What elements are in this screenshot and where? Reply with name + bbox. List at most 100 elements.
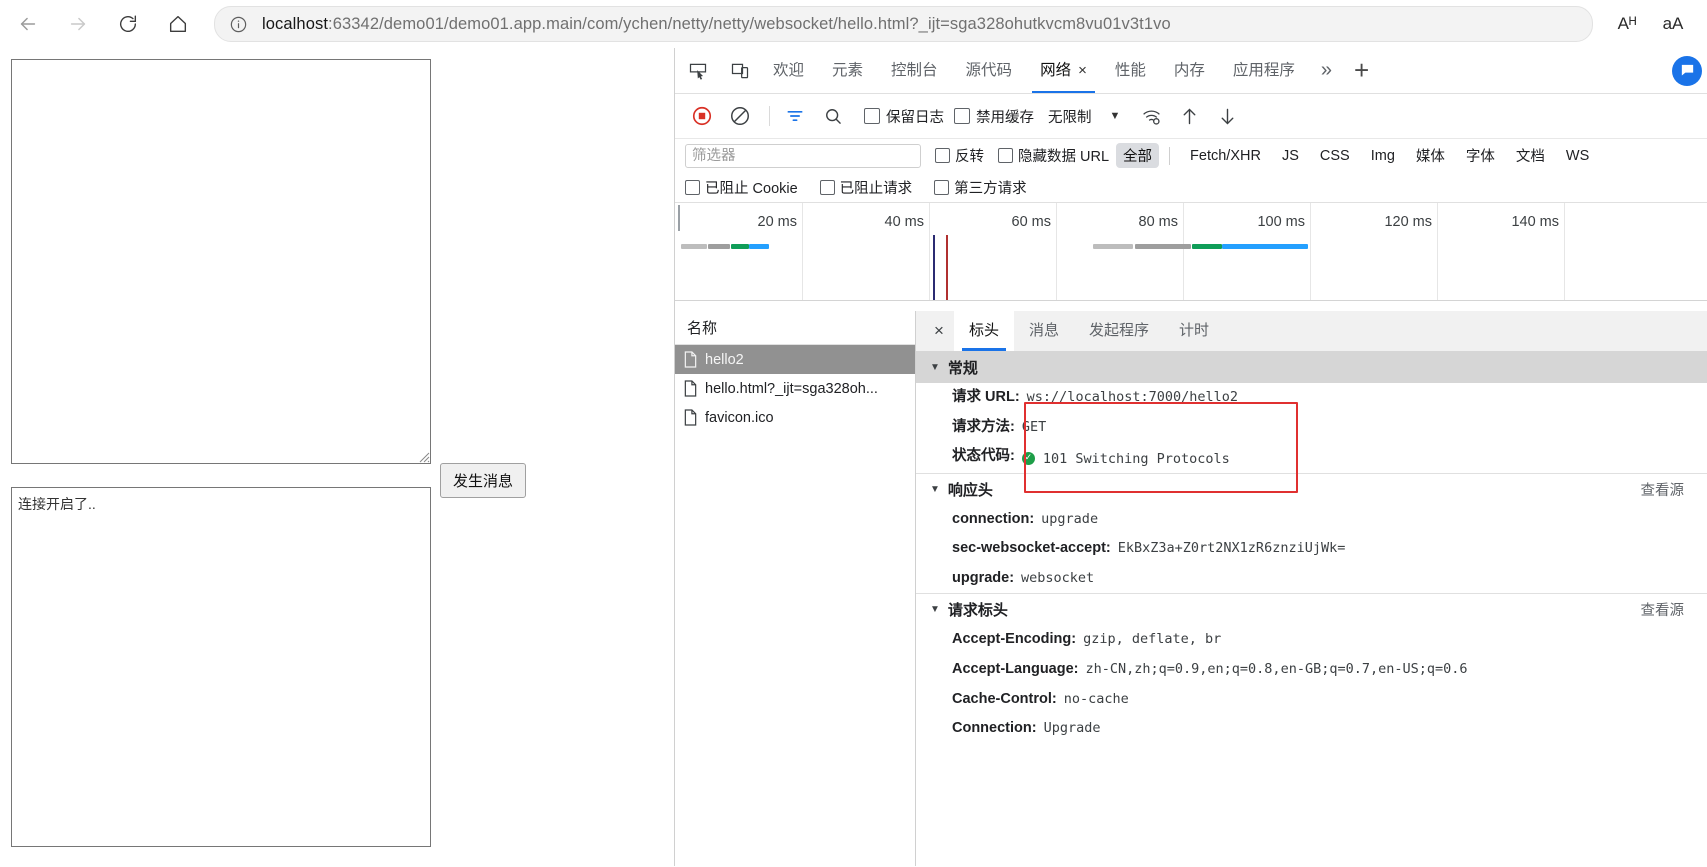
import-har-button[interactable] bbox=[1172, 99, 1206, 133]
disable-cache-checkbox[interactable]: 禁用缓存 bbox=[954, 106, 1034, 127]
request-row[interactable]: hello.html?_ijt=sga328oh... bbox=[675, 374, 915, 403]
type-filter-0[interactable]: 全部 bbox=[1116, 143, 1160, 168]
chevron-down-icon[interactable]: ▼ bbox=[930, 484, 940, 495]
more-tabs-button[interactable]: » bbox=[1309, 59, 1344, 82]
preserve-log-checkbox[interactable]: 保留日志 bbox=[864, 106, 944, 127]
export-har-button[interactable] bbox=[1210, 99, 1244, 133]
header-key: connection: bbox=[952, 510, 1035, 527]
message-receive-textarea[interactable]: 连接开启了.. bbox=[11, 487, 431, 847]
third-party-checkbox[interactable]: 第三方请求 bbox=[934, 177, 1027, 198]
download-arrow-icon bbox=[1221, 108, 1234, 124]
inspect-element-button[interactable] bbox=[679, 52, 717, 90]
devtools-tab-5[interactable]: 性能 bbox=[1101, 48, 1160, 93]
forward-button[interactable] bbox=[56, 4, 100, 44]
header-row: 请求方法: GET bbox=[916, 413, 1707, 443]
text-size-button[interactable]: aA bbox=[1651, 4, 1695, 44]
hide-data-url-checkbox[interactable]: 隐藏数据 URL bbox=[998, 145, 1109, 166]
chrome-right-actions: Aᴴ aA bbox=[1603, 4, 1707, 44]
chevron-down-icon[interactable]: ▼ bbox=[930, 362, 940, 373]
overview-gridline-1 bbox=[929, 203, 930, 300]
overview-bar-2-download bbox=[1222, 244, 1308, 249]
type-filter-5[interactable]: 媒体 bbox=[1409, 143, 1452, 168]
devtools-tab-0[interactable]: 欢迎 bbox=[759, 48, 818, 93]
section-title: 常规 bbox=[947, 360, 978, 377]
devtools-tab-4[interactable]: 网络 × bbox=[1026, 48, 1101, 93]
filter-toggle-button[interactable] bbox=[778, 99, 812, 133]
third-party-label: 第三方请求 bbox=[954, 180, 1027, 197]
detail-close-button[interactable]: × bbox=[924, 316, 954, 346]
reload-button[interactable] bbox=[106, 4, 150, 44]
disable-cache-box bbox=[954, 108, 970, 124]
header-value: ✓ 101 Switching Protocols bbox=[1021, 450, 1230, 468]
section-header-1[interactable]: ▼ 响应头 查看源 bbox=[916, 472, 1707, 505]
detail-tab-3[interactable]: 计时 bbox=[1164, 311, 1224, 351]
info-icon[interactable] bbox=[229, 15, 248, 34]
detail-tab-2[interactable]: 发起程序 bbox=[1074, 311, 1164, 351]
feedback-button[interactable] bbox=[1672, 55, 1702, 86]
back-button[interactable] bbox=[6, 4, 50, 44]
hide-data-url-box bbox=[998, 148, 1013, 163]
header-key: Cache-Control: bbox=[952, 690, 1057, 707]
clear-button[interactable] bbox=[723, 99, 757, 133]
blocked-requests-checkbox[interactable]: 已阻止请求 bbox=[819, 177, 913, 198]
search-button[interactable] bbox=[816, 99, 850, 133]
section-header-0[interactable]: ▼ 常规 bbox=[916, 352, 1707, 383]
blocked-cookies-checkbox[interactable]: 已阻止 Cookie bbox=[685, 177, 798, 198]
devtools-tab-label: 性能 bbox=[1114, 62, 1146, 79]
home-button[interactable] bbox=[156, 4, 200, 44]
header-row: sec-websocket-accept: EkBxZ3a+Z0rt2NX1zR6… bbox=[916, 534, 1707, 564]
third-party-box bbox=[934, 179, 950, 195]
request-row[interactable]: hello2 bbox=[675, 345, 915, 374]
file-icon bbox=[683, 380, 698, 397]
request-rows: hello2 hello.html?_ijt=sga328oh... favicon… bbox=[675, 345, 915, 432]
blocked-cookies-label: 已阻止 Cookie bbox=[705, 180, 798, 197]
text-size-icon: aA bbox=[1662, 14, 1684, 33]
header-key: Connection: bbox=[952, 720, 1037, 737]
invert-box bbox=[935, 148, 950, 163]
add-tab-button[interactable]: + bbox=[1344, 55, 1379, 86]
throttling-dropdown[interactable]: 无限制 ▼ bbox=[1048, 106, 1120, 127]
request-row[interactable]: favicon.ico bbox=[675, 403, 915, 432]
detail-tab-1[interactable]: 消息 bbox=[1014, 311, 1074, 351]
view-source-link[interactable]: 查看源 bbox=[1641, 479, 1685, 500]
filter-input[interactable] bbox=[685, 143, 921, 168]
devtools-tab-label: 应用程序 bbox=[1232, 62, 1295, 79]
device-toolbar-button[interactable] bbox=[721, 52, 759, 90]
address-bar[interactable]: localhost:63342/demo01/demo01.app.main/c… bbox=[214, 6, 1593, 42]
type-filter-7[interactable]: 文档 bbox=[1509, 143, 1552, 168]
chevron-down-icon[interactable]: ▼ bbox=[930, 604, 940, 615]
type-filter-6[interactable]: 字体 bbox=[1459, 143, 1502, 168]
devtools-tab-7[interactable]: 应用程序 bbox=[1219, 48, 1309, 93]
overview-gridline-5 bbox=[1437, 203, 1438, 300]
overview-tick-label-4: 100 ms bbox=[1257, 214, 1305, 230]
file-icon bbox=[683, 351, 698, 368]
close-icon[interactable]: × bbox=[1078, 48, 1087, 93]
devtools-tab-1[interactable]: 元素 bbox=[818, 48, 877, 93]
network-overview-timeline[interactable]: 20 ms 40 ms 60 ms 80 ms 100 ms 120 ms 140 ms bbox=[675, 203, 1707, 301]
read-aloud-button[interactable]: Aᴴ bbox=[1605, 4, 1649, 44]
header-value: ws://localhost:7000/hello2 bbox=[1026, 389, 1238, 405]
overview-bar-2-ttfb bbox=[1192, 244, 1222, 249]
network-settings-button[interactable] bbox=[1134, 99, 1168, 133]
overview-tick-label-3: 80 ms bbox=[1138, 214, 1179, 230]
message-send-textarea[interactable] bbox=[11, 59, 431, 464]
invert-checkbox[interactable]: 反转 bbox=[935, 145, 984, 166]
load-event-marker bbox=[946, 235, 948, 300]
send-message-button[interactable]: 发生消息 bbox=[440, 463, 527, 498]
devtools-tab-6[interactable]: 内存 bbox=[1160, 48, 1219, 93]
request-list-header[interactable]: 名称 bbox=[675, 311, 915, 345]
type-filter-2[interactable]: JS bbox=[1275, 146, 1306, 166]
type-filter-8[interactable]: WS bbox=[1559, 146, 1596, 166]
section-header-2[interactable]: ▼ 请求标头 查看源 bbox=[916, 593, 1707, 626]
page-content: 发生消息 连接开启了.. bbox=[0, 48, 674, 867]
type-filter-1[interactable]: Fetch/XHR bbox=[1183, 146, 1268, 166]
overview-gridline-4 bbox=[1310, 203, 1311, 300]
type-filter-3[interactable]: CSS bbox=[1313, 146, 1357, 166]
view-source-link[interactable]: 查看源 bbox=[1641, 599, 1685, 620]
record-button[interactable] bbox=[685, 99, 719, 133]
blocked-requests-label: 已阻止请求 bbox=[839, 180, 913, 197]
detail-tab-0[interactable]: 标头 bbox=[954, 311, 1015, 351]
devtools-tab-2[interactable]: 控制台 bbox=[877, 48, 952, 93]
devtools-tab-3[interactable]: 源代码 bbox=[952, 48, 1027, 93]
type-filter-4[interactable]: Img bbox=[1364, 146, 1402, 166]
